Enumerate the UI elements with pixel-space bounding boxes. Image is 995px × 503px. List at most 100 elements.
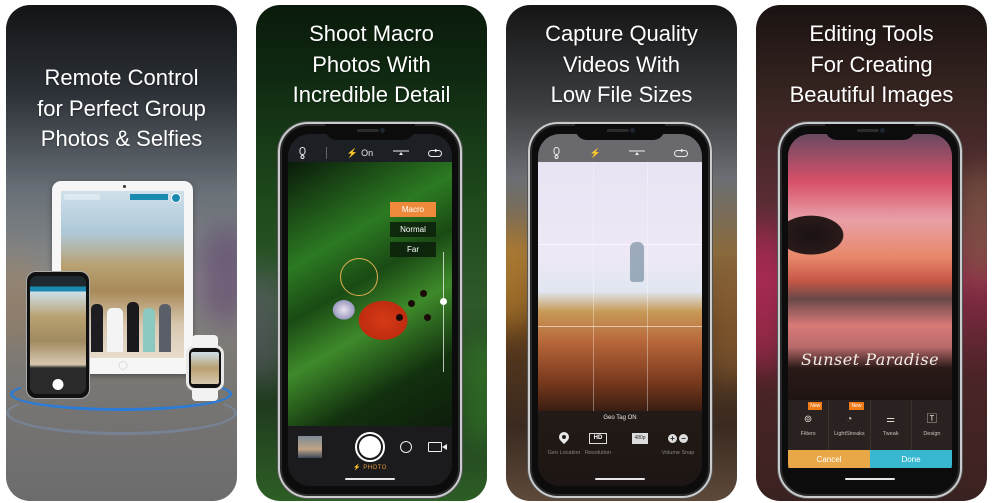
camera-controls: ⚡ PHOTO: [288, 426, 452, 486]
control-label: Volume Snap: [661, 450, 695, 456]
tool-label: Design: [923, 431, 941, 437]
exposure-icon[interactable]: [392, 150, 409, 156]
iphone-device: [26, 271, 90, 399]
iphone-device: Sunset Paradise New ⊚ Filters New ◔ Ligh…: [778, 122, 962, 498]
camera-screen: ⚡ On Macro Normal Far ⚡ PHOTO: [288, 134, 452, 486]
filters-icon: ⊚: [803, 414, 813, 425]
overlay-text[interactable]: Sunset Paradise: [788, 350, 952, 369]
panel-headline: Editing Tools For Creating Beautiful Ima…: [756, 19, 987, 111]
volume-icon: + −: [654, 429, 702, 447]
cancel-button[interactable]: Cancel: [788, 450, 870, 468]
headline-line: Remote Control: [44, 65, 199, 90]
flash-toggle[interactable]: ⚡ On: [347, 148, 373, 159]
headline-line: Editing Tools: [809, 21, 934, 46]
screenshot-panel-macro: Shoot Macro Photos With Incredible Detai…: [256, 5, 487, 501]
tool-lightstreaks[interactable]: New ◔ LightStreaks: [829, 400, 871, 450]
headline-line: Photos With: [312, 51, 431, 77]
headline-line: Shoot Macro: [309, 21, 434, 46]
ipad-status-banner: [130, 194, 168, 200]
exposure-icon[interactable]: [629, 150, 646, 156]
mode-label-text: PHOTO: [363, 465, 387, 471]
edit-actions: Cancel Done: [788, 450, 952, 468]
focus-option-macro[interactable]: Macro: [390, 202, 436, 217]
grid-line: [538, 326, 702, 328]
lightstreaks-icon: ◔: [846, 414, 853, 425]
headline-line: For Creating: [810, 51, 933, 77]
toolbar-divider: [326, 147, 328, 159]
video-screen: ⚡ Geo Tag ON Geo Location HD Resolution …: [538, 134, 702, 486]
ipad-camera: [122, 185, 126, 188]
geotag-status: Geo Tag ON: [603, 415, 637, 421]
screenshot-panel-editing: Editing Tools For Creating Beautiful Ima…: [756, 5, 987, 501]
timer-icon[interactable]: [400, 441, 412, 453]
ipad-toolbar: [64, 194, 100, 200]
zoom-slider-track[interactable]: [443, 252, 444, 372]
pin-icon: [559, 432, 569, 445]
screenshot-panel-video: Capture Quality Videos With Low File Siz…: [506, 5, 737, 501]
volume-snap-control[interactable]: + − Volume Snap: [654, 429, 702, 457]
headline-line: Beautiful Images: [789, 82, 954, 107]
remote-icon[interactable]: [298, 147, 307, 159]
tool-label: Tweak: [882, 431, 899, 437]
headline-line: Videos With: [563, 51, 680, 77]
remote-icon[interactable]: [552, 147, 561, 159]
control-label: Resolution: [585, 450, 611, 456]
new-badge: New: [808, 402, 823, 410]
iphone-device: ⚡ On Macro Normal Far ⚡ PHOTO: [278, 122, 462, 498]
panel-headline: Capture Quality Videos With Low File Siz…: [506, 19, 737, 111]
flip-camera-icon[interactable]: [673, 149, 688, 157]
grid-line: [592, 162, 594, 411]
grid-line: [647, 162, 649, 411]
home-indicator: [345, 478, 395, 480]
text-design-icon: 🅃: [926, 414, 937, 425]
tool-filters[interactable]: New ⊚ Filters: [788, 400, 830, 450]
done-button[interactable]: Done: [870, 450, 952, 468]
panel-headline: Remote Control for Perfect Group Photos …: [6, 63, 237, 155]
background-blur: [196, 225, 237, 325]
iphone-device: ⚡ Geo Tag ON Geo Location HD Resolution …: [528, 122, 712, 498]
focus-ring[interactable]: [340, 258, 378, 296]
editor-screen: Sunset Paradise New ⊚ Filters New ◔ Ligh…: [788, 134, 952, 486]
mode-label[interactable]: ⚡ PHOTO: [288, 464, 452, 471]
shutter-button[interactable]: [355, 432, 385, 462]
sliders-icon: ⚌: [886, 414, 896, 425]
focus-option-far[interactable]: Far: [390, 242, 436, 257]
headline-line: Incredible Detail: [292, 82, 451, 107]
headline-line: Capture Quality: [545, 21, 698, 46]
flash-icon[interactable]: ⚡: [590, 148, 601, 159]
focus-option-normal[interactable]: Normal: [390, 222, 436, 237]
new-badge: New: [849, 402, 864, 410]
watch-band: [192, 335, 218, 347]
video-controls: Geo Tag ON Geo Location HD Resolution 48…: [538, 411, 702, 486]
resolution-control[interactable]: HD Resolution: [574, 429, 622, 457]
edit-toolbar: New ⊚ Filters New ◔ LightStreaks ⚌ Tweak…: [788, 400, 952, 450]
screenshot-panel-remote-control: Remote Control for Perfect Group Photos …: [6, 5, 237, 501]
headline-line: Photos & Selfies: [40, 126, 203, 151]
concert-photo: [538, 162, 702, 411]
watch-screen: [189, 348, 221, 388]
ladybug-photo: Macro Normal Far: [288, 162, 452, 426]
shutter-icon: [52, 379, 64, 390]
video-mode-icon[interactable]: [428, 442, 447, 452]
grid-line: [538, 244, 702, 246]
flash-icon: ⚡: [346, 147, 359, 158]
panel-headline: Shoot Macro Photos With Incredible Detai…: [256, 19, 487, 111]
iphone-screen: [30, 276, 86, 394]
dancer-silhouette: [630, 242, 644, 282]
apple-watch-device: [186, 335, 224, 401]
tool-design[interactable]: 🅃 Design: [912, 400, 952, 450]
home-indicator: [595, 478, 645, 480]
ipad-home-button: [118, 361, 127, 370]
home-indicator: [845, 478, 895, 480]
tool-label: Filters: [800, 431, 816, 437]
headline-line: for Perfect Group: [37, 95, 206, 121]
zoom-slider-knob[interactable]: [440, 298, 447, 305]
headline-line: Low File Sizes: [550, 82, 693, 107]
watch-band: [192, 389, 218, 401]
hd-icon: HD: [588, 432, 608, 444]
gallery-thumbnail[interactable]: [298, 436, 322, 458]
flip-camera-icon[interactable]: [428, 149, 443, 157]
flash-label: On: [361, 148, 374, 158]
resolution-icon: 480p: [632, 432, 648, 444]
tool-tweak[interactable]: ⚌ Tweak: [871, 400, 912, 450]
